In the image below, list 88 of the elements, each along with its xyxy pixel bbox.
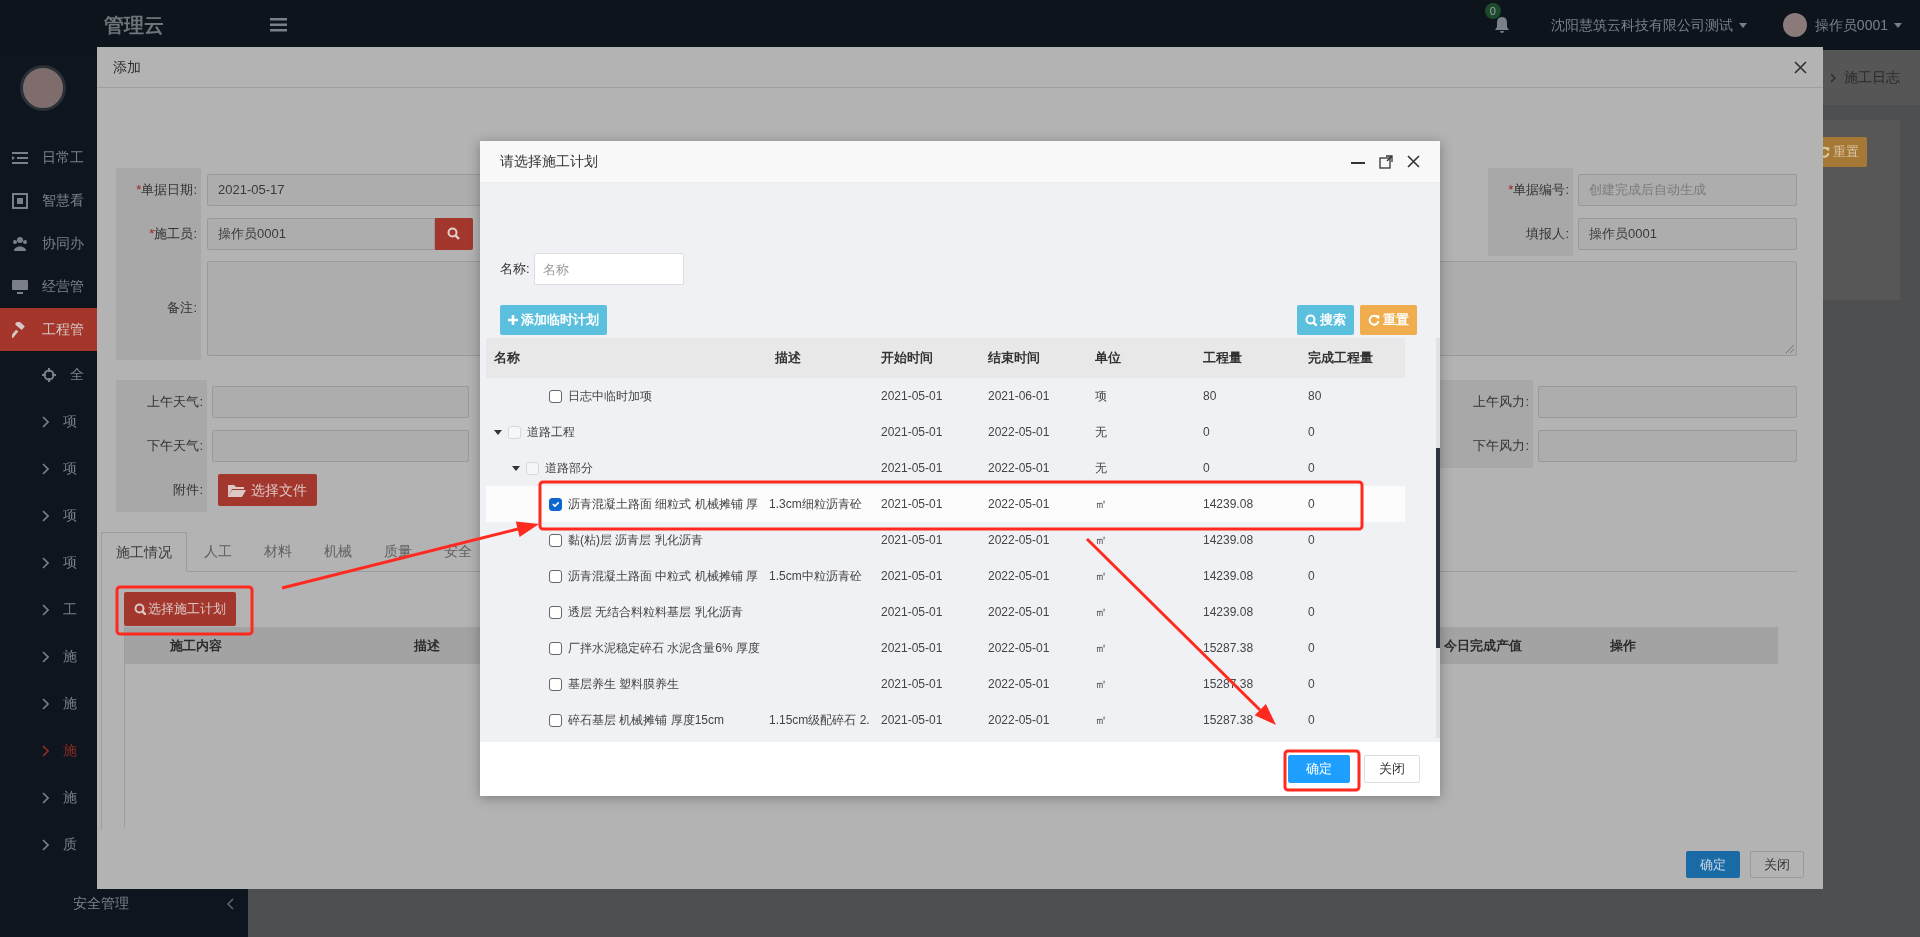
table-cell-text: 1.5cm中粒沥青砼 bbox=[768, 568, 863, 585]
table-cell-text: 0 bbox=[1307, 424, 1316, 441]
table-cell-text: 14239.08 bbox=[1202, 496, 1255, 513]
table-cell-text: 2022-05-01 bbox=[987, 568, 1051, 585]
field-label: 上午天气: bbox=[116, 380, 207, 424]
table-cell-text: 2022-05-01 bbox=[987, 604, 1051, 621]
table-cell-text: 0 bbox=[1307, 712, 1316, 729]
table-cell-text: 2022-05-01 bbox=[987, 640, 1051, 657]
column-header: 描述 bbox=[414, 636, 440, 655]
table-cell-text: 2021-05-01 bbox=[880, 424, 944, 441]
field-label: 上午风力: bbox=[1440, 380, 1533, 424]
field-label: 名称: bbox=[500, 260, 530, 279]
field-label: *单据编号: bbox=[1488, 168, 1573, 212]
column-header: 工程量 bbox=[1202, 349, 1243, 368]
table-cell-text: 14239.08 bbox=[1202, 604, 1255, 621]
table-cell-text: 15287.38 bbox=[1202, 712, 1255, 729]
field-label: 附件: bbox=[116, 468, 207, 512]
table-cell-text: 沥青混凝土路面 中粒式 机械摊铺 厚 bbox=[568, 568, 758, 585]
table-cell-text: 2021-05-01 bbox=[880, 568, 944, 585]
column-header: 开始时间 bbox=[880, 349, 934, 368]
field-label: *施工员: bbox=[116, 212, 201, 256]
table-cell-text: 2021-05-01 bbox=[880, 532, 944, 549]
dialog-title: 请选择施工计划 bbox=[500, 152, 598, 171]
table-cell-text: 2021-06-01 bbox=[987, 388, 1051, 405]
table-cell-text: ㎡ bbox=[1094, 640, 1108, 657]
table-cell-text: 80 bbox=[1202, 388, 1218, 405]
table-cell-text: 2022-05-01 bbox=[987, 460, 1051, 477]
table-cell-text: 0 bbox=[1307, 640, 1316, 657]
table-cell-text: 0 bbox=[1307, 496, 1316, 513]
table-cell-text: 2021-05-01 bbox=[880, 640, 944, 657]
column-header: 单位 bbox=[1094, 349, 1122, 368]
table-cell-text: 日志中临时加项 bbox=[568, 388, 652, 405]
table-cell-text: 0 bbox=[1202, 460, 1211, 477]
table-cell-text: 0 bbox=[1307, 460, 1316, 477]
column-header: 名称 bbox=[493, 349, 521, 368]
field-label: *单据日期: bbox=[116, 168, 201, 212]
table-cell-text: 2022-05-01 bbox=[987, 424, 1051, 441]
table-cell-text: 透层 无结合料粒料基层 乳化沥青 bbox=[568, 604, 743, 621]
table-cell-text: ㎡ bbox=[1094, 712, 1108, 729]
column-header: 描述 bbox=[774, 349, 802, 368]
column-header: 结束时间 bbox=[987, 349, 1041, 368]
table-cell-text: 2021-05-01 bbox=[880, 388, 944, 405]
table-cell-text: 14239.08 bbox=[1202, 532, 1255, 549]
column-header: 施工内容 bbox=[170, 636, 222, 655]
table-cell-text: 1.3cm细粒沥青砼 bbox=[768, 496, 863, 513]
table-cell-text: 道路工程 bbox=[527, 424, 575, 441]
table-cell-text: 15287.38 bbox=[1202, 640, 1255, 657]
table-cell-text: 0 bbox=[1307, 676, 1316, 693]
table-cell-text: 黏(粘)层 沥青层 乳化沥青 bbox=[568, 532, 703, 549]
column-header: 完成工程量 bbox=[1307, 349, 1374, 368]
table-cell-text: 无 bbox=[1094, 460, 1108, 477]
field-label: 下午风力: bbox=[1440, 424, 1533, 468]
table-cell-text: 项 bbox=[1094, 388, 1108, 405]
table-cell-text: ㎡ bbox=[1094, 532, 1108, 549]
table-cell-text: 2022-05-01 bbox=[987, 676, 1051, 693]
field-label: 填报人: bbox=[1488, 212, 1573, 256]
table-cell-text: 沥青混凝土路面 细粒式 机械摊铺 厚 bbox=[568, 496, 758, 513]
table-cell-text: 1.15cm级配碎石 2. bbox=[768, 712, 871, 729]
table-cell-text: 0 bbox=[1202, 424, 1211, 441]
table-cell-text: 0 bbox=[1307, 532, 1316, 549]
dialog-title: 添加 bbox=[113, 57, 141, 77]
table-cell-text: 道路部分 bbox=[545, 460, 593, 477]
field-label: 备注: bbox=[116, 256, 201, 360]
table-cell-text: ㎡ bbox=[1094, 496, 1108, 513]
table-cell-text: 0 bbox=[1307, 568, 1316, 585]
table-cell-text: 2021-05-01 bbox=[880, 676, 944, 693]
table-cell-text: 2021-05-01 bbox=[880, 496, 944, 513]
table-cell-text: 2022-05-01 bbox=[987, 532, 1051, 549]
column-header: 今日完成产值 bbox=[1444, 636, 1522, 655]
table-cell-text: 碎石基层 机械摊铺 厚度15cm bbox=[568, 712, 724, 729]
table-cell-text: 基层养生 塑料膜养生 bbox=[568, 676, 680, 693]
table-cell-text: 14239.08 bbox=[1202, 568, 1255, 585]
column-header: 操作 bbox=[1610, 636, 1636, 655]
table-cell-text: 80 bbox=[1307, 388, 1323, 405]
table-cell-text: 0 bbox=[1307, 604, 1316, 621]
table-cell-text: 2022-05-01 bbox=[987, 712, 1051, 729]
table-cell-text: 2021-05-01 bbox=[880, 604, 944, 621]
field-label: 下午天气: bbox=[116, 424, 207, 468]
logo-text: 管理云 bbox=[104, 14, 164, 36]
table-cell-text: ㎡ bbox=[1094, 568, 1108, 585]
table-cell-text: 2021-05-01 bbox=[880, 460, 944, 477]
table-cell-text: ㎡ bbox=[1094, 676, 1108, 693]
table-cell-text: ㎡ bbox=[1094, 604, 1108, 621]
notification-badge: 0 bbox=[1484, 3, 1501, 19]
table-cell-text: 无 bbox=[1094, 424, 1108, 441]
table-cell-text: 厂拌水泥稳定碎石 水泥含量6% 厚度 bbox=[568, 640, 760, 657]
table-cell-text: 2021-05-01 bbox=[880, 712, 944, 729]
table-cell-text: 2022-05-01 bbox=[987, 496, 1051, 513]
